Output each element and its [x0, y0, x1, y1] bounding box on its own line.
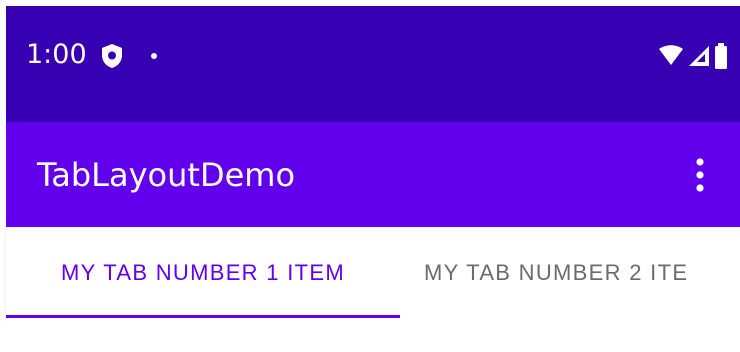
shield-icon — [102, 44, 122, 68]
battery-icon — [715, 43, 727, 69]
status-icons — [658, 43, 728, 69]
status-bar: 1:00 — [6, 6, 740, 122]
tab-item-1[interactable]: MY TAB NUMBER 1 ITEM — [6, 227, 400, 318]
app-title: TabLayoutDemo — [37, 156, 296, 194]
notification-dot-icon — [151, 53, 157, 59]
app-bar: TabLayoutDemo — [6, 122, 740, 227]
wifi-icon — [659, 45, 683, 65]
tab-item-2[interactable]: MY TAB NUMBER 2 ITE — [424, 227, 688, 318]
status-time: 1:00 — [26, 39, 87, 70]
phone-screen: 1:00 TabLayoutDemo MY TAB NUMBER 1 ITEM … — [0, 0, 740, 352]
overflow-menu-button[interactable] — [682, 150, 718, 200]
content-area — [6, 318, 740, 352]
cell-signal-icon — [689, 46, 709, 66]
tab-bar: MY TAB NUMBER 1 ITEM MY TAB NUMBER 2 ITE — [6, 227, 740, 318]
more-vert-icon — [696, 158, 704, 192]
tab-item-1-label: MY TAB NUMBER 1 ITEM — [61, 260, 345, 285]
tab-item-2-label: MY TAB NUMBER 2 ITE — [424, 260, 689, 285]
